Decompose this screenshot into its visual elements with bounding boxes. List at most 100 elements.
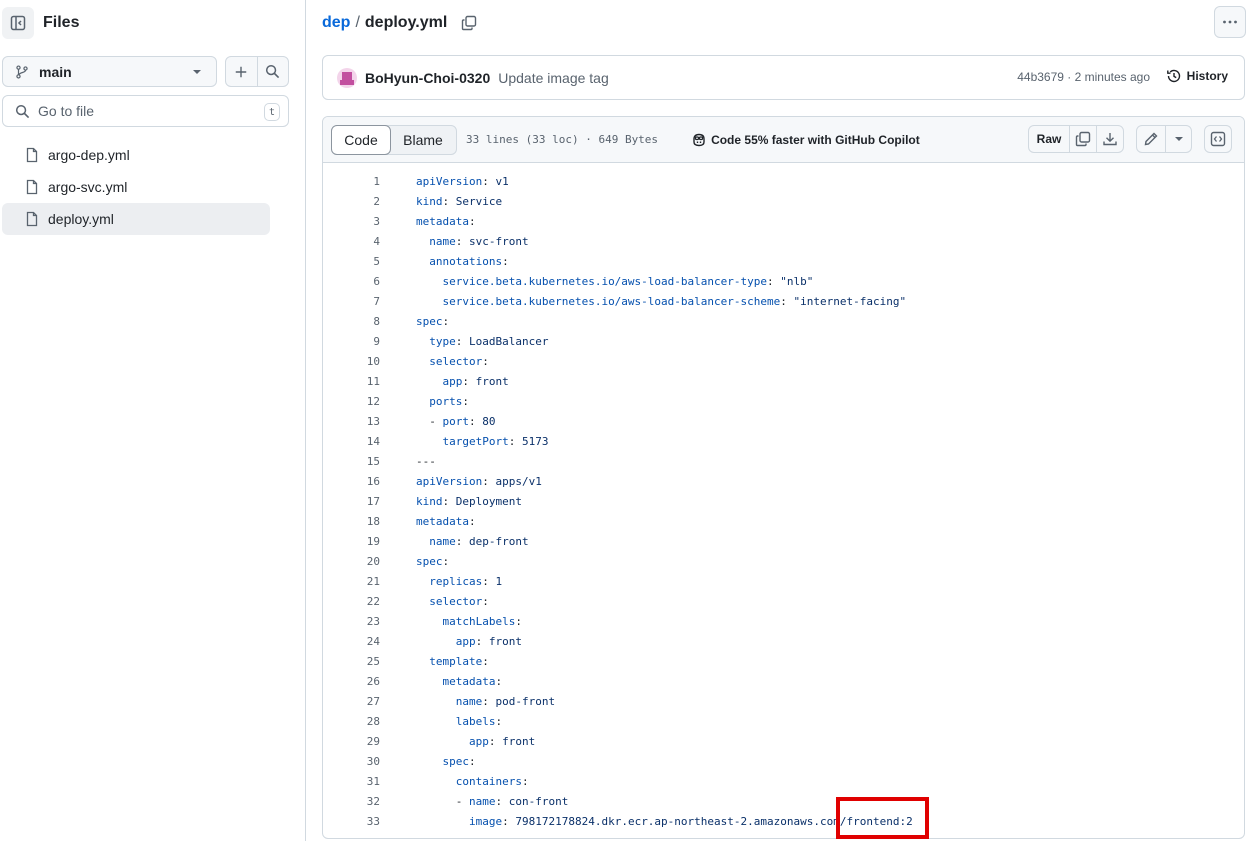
edit-options-dropdown[interactable] (1165, 126, 1191, 152)
file-name: argo-svc.yml (48, 179, 128, 195)
file-tree-sidebar: Files main Go to file t argo-dep.yml arg… (0, 0, 306, 841)
breadcrumb-repo-link[interactable]: dep (322, 14, 350, 32)
line-number[interactable]: 28 (323, 715, 380, 728)
history-button[interactable]: History (1166, 68, 1228, 84)
sidebar-collapse-icon (10, 15, 26, 31)
line-content: containers: (455, 774, 529, 788)
sidebar-title: Files (43, 14, 80, 31)
raw-button[interactable]: Raw (1029, 126, 1069, 152)
file-tree-item[interactable]: argo-svc.yml (2, 171, 270, 203)
search-files-button[interactable] (256, 57, 289, 86)
file-tree-item[interactable]: deploy.yml (2, 203, 270, 235)
collapse-sidebar-button[interactable] (2, 7, 34, 39)
line-number[interactable]: 24 (323, 635, 380, 648)
line-number[interactable]: 1 (323, 175, 380, 188)
line-number[interactable]: 2 (323, 195, 380, 208)
yaml-key: metadata (416, 514, 469, 528)
line-number[interactable]: 9 (323, 335, 380, 348)
commit-author[interactable]: BoHyun-Choi-0320 (365, 70, 490, 86)
symbols-panel-button[interactable] (1204, 125, 1232, 153)
line-number[interactable]: 8 (323, 315, 380, 328)
commit-meta[interactable]: 44b3679 · 2 minutes ago (1017, 70, 1150, 84)
yaml-key: name (469, 794, 496, 808)
line-number[interactable]: 18 (323, 515, 380, 528)
line-number[interactable]: 4 (323, 235, 380, 248)
line-number[interactable]: 23 (323, 615, 380, 628)
line-content: app: front (455, 634, 522, 648)
yaml-value: Deployment (455, 494, 522, 508)
search-placeholder: Go to file (38, 103, 95, 119)
line-content: spec: (442, 754, 476, 768)
yaml-value: svc-front (469, 234, 529, 248)
code-line: 2 kind: Service (323, 191, 1244, 211)
code-line: 20 spec: (323, 551, 1244, 571)
line-content: annotations: (429, 254, 509, 268)
code-line: 7 service.beta.kubernetes.io/aws-load-ba… (323, 291, 1244, 311)
line-number[interactable]: 19 (323, 535, 380, 548)
line-number[interactable]: 11 (323, 375, 380, 388)
line-content: metadata: (416, 214, 476, 228)
yaml-key: apiVersion (416, 474, 483, 488)
copilot-label: Code 55% faster with GitHub Copilot (711, 132, 920, 147)
add-file-button[interactable] (226, 57, 257, 86)
line-number[interactable]: 16 (323, 475, 380, 488)
yaml-value: 5173 (521, 434, 549, 448)
yaml-key: metadata (416, 214, 469, 228)
line-number[interactable]: 14 (323, 435, 380, 448)
copy-path-button[interactable] (461, 15, 477, 31)
line-number[interactable]: 20 (323, 555, 380, 568)
line-number[interactable]: 10 (323, 355, 380, 368)
line-number[interactable]: 26 (323, 675, 380, 688)
code-viewer[interactable]: 1 apiVersion: v1 2 kind: Service 3 metadata: 4… (323, 163, 1244, 831)
file-tree-item[interactable]: argo-dep.yml (2, 139, 270, 171)
file-viewer: Code Blame 33 lines (33 loc) · 649 Bytes… (322, 116, 1245, 839)
code-line: 14 targetPort: 5173 (323, 431, 1244, 451)
pencil-icon (1144, 132, 1158, 146)
yaml-value: 80 (482, 414, 496, 428)
yaml-key: name (455, 694, 483, 708)
line-number[interactable]: 31 (323, 775, 380, 788)
line-number[interactable]: 5 (323, 255, 380, 268)
line-number[interactable]: 7 (323, 295, 380, 308)
line-number[interactable]: 13 (323, 415, 380, 428)
line-number[interactable]: 27 (323, 695, 380, 708)
code-square-icon (1210, 131, 1226, 147)
yaml-key: annotations (429, 254, 503, 268)
line-number[interactable]: 15 (323, 455, 380, 468)
line-number[interactable]: 25 (323, 655, 380, 668)
line-number[interactable]: 22 (323, 595, 380, 608)
tab-blame[interactable]: Blame (390, 126, 456, 154)
raw-copy-download-group: Raw (1028, 125, 1124, 153)
line-number[interactable]: 29 (323, 735, 380, 748)
edit-file-button[interactable] (1137, 126, 1165, 152)
file-tree: argo-dep.yml argo-svc.yml deploy.yml (2, 139, 270, 235)
line-content: matchLabels: (442, 614, 522, 628)
yaml-key: replicas (429, 574, 483, 588)
line-number[interactable]: 12 (323, 395, 380, 408)
copy-raw-button[interactable] (1069, 126, 1096, 152)
yaml-key: spec (442, 754, 470, 768)
tab-code[interactable]: Code (331, 124, 391, 155)
commit-message[interactable]: Update image tag (498, 70, 609, 86)
download-button[interactable] (1096, 126, 1123, 152)
line-number[interactable]: 6 (323, 275, 380, 288)
yaml-value: pod-front (495, 694, 556, 708)
line-number[interactable]: 3 (323, 215, 380, 228)
line-number[interactable]: 33 (323, 815, 380, 828)
line-number[interactable]: 30 (323, 755, 380, 768)
code-line: 29 app: front (323, 731, 1244, 751)
yaml-key: spec (416, 314, 443, 328)
code-line: 9 type: LoadBalancer (323, 331, 1244, 351)
yaml-key: labels (455, 714, 496, 728)
line-number[interactable]: 17 (323, 495, 380, 508)
line-number[interactable]: 32 (323, 795, 380, 808)
code-line: 13 - port: 80 (323, 411, 1244, 431)
copilot-promo-link[interactable]: Code 55% faster with GitHub Copilot (691, 132, 920, 148)
branch-selector[interactable]: main (2, 56, 217, 87)
go-to-file-input[interactable]: Go to file t (2, 95, 289, 127)
branch-name: main (39, 63, 72, 80)
line-number[interactable]: 21 (323, 575, 380, 588)
more-options-button[interactable] (1214, 6, 1246, 38)
yaml-key: kind (416, 494, 443, 508)
avatar[interactable] (337, 67, 357, 88)
